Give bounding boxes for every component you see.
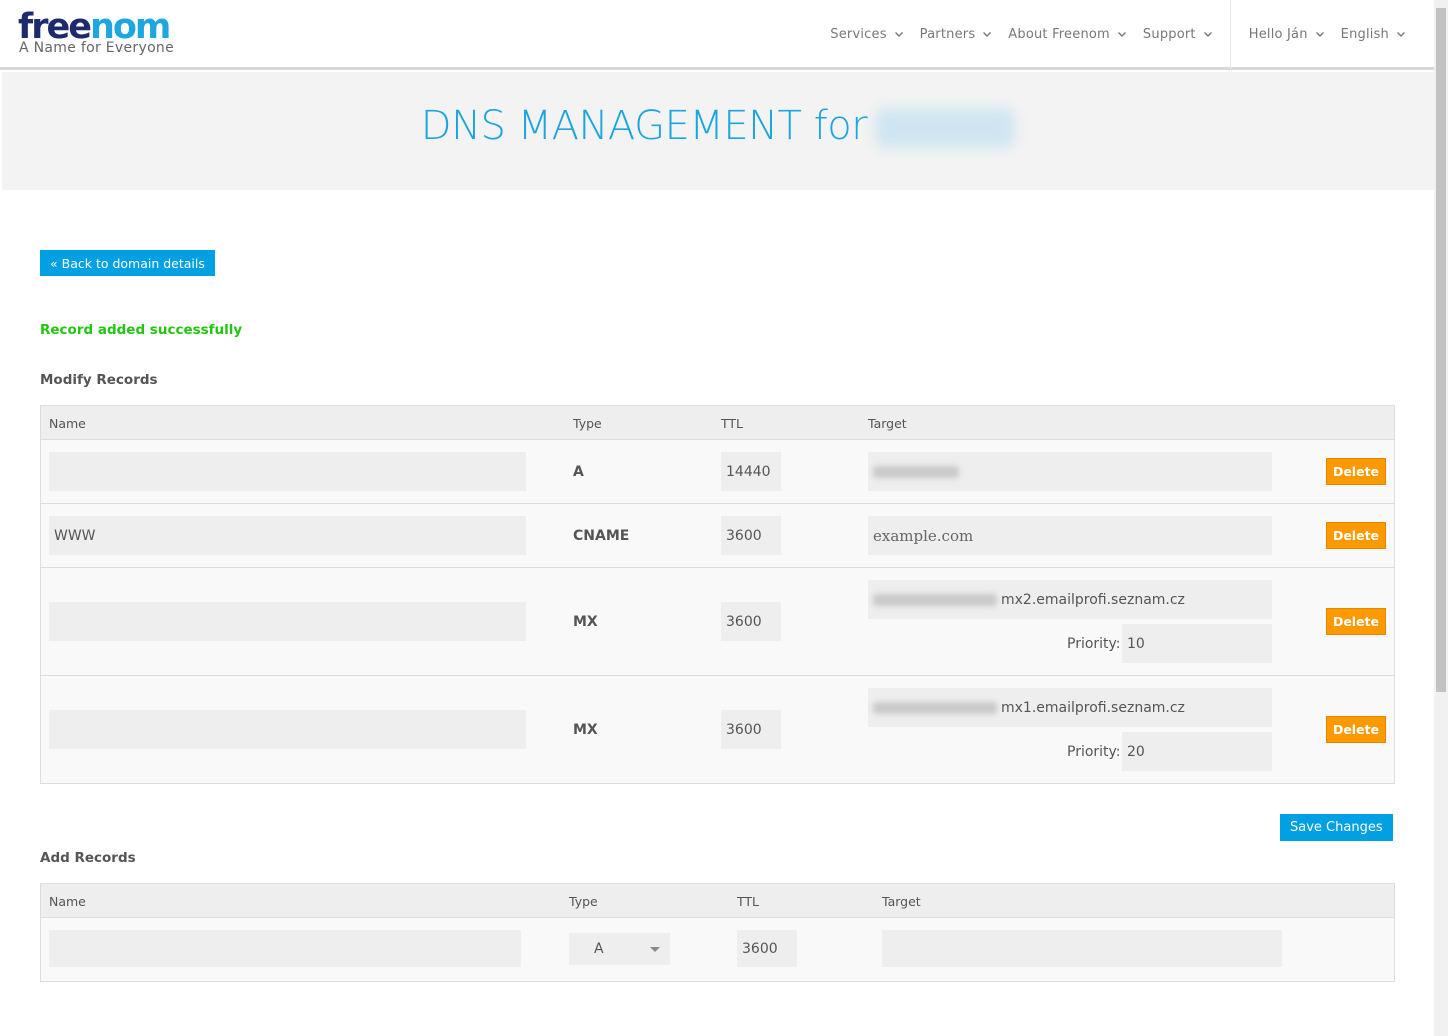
nav-language-label: English	[1340, 26, 1389, 42]
chevron-down-icon	[983, 32, 992, 37]
table-header: Name Type TTL Target	[41, 884, 1394, 918]
new-record-name-field[interactable]	[49, 930, 521, 967]
table-row: MX 3600 mx2.emailprofi.seznam.cz Priorit…	[41, 568, 1394, 676]
nav-language[interactable]: English	[1341, 27, 1407, 42]
page-banner: DNS MANAGEMENT for	[2, 72, 1434, 190]
record-ttl-field[interactable]: 14440	[721, 452, 781, 491]
modify-records-title: Modify Records	[40, 372, 158, 388]
record-target-value: mx1.emailprofi.seznam.cz	[1001, 699, 1185, 716]
nav-user-menu[interactable]: Hello Ján	[1249, 27, 1326, 42]
record-type: A	[573, 464, 584, 480]
record-name-field[interactable]	[49, 710, 526, 749]
delete-record-button[interactable]: Delete	[1326, 608, 1386, 635]
new-record-ttl-field[interactable]: 3600	[737, 930, 797, 967]
nav-user-label: Hello Ján	[1248, 26, 1308, 42]
header-name: Name	[49, 416, 86, 431]
save-changes-button[interactable]: Save Changes	[1280, 814, 1393, 841]
priority-label: Priority:	[1067, 636, 1121, 652]
record-type: CNAME	[573, 528, 630, 544]
chevron-down-icon	[1117, 32, 1126, 37]
record-priority-field[interactable]: 20	[1122, 732, 1272, 771]
table-row: A 14440 Delete	[41, 440, 1394, 504]
page-title-text: DNS MANAGEMENT for	[420, 103, 868, 149]
header-name: Name	[49, 894, 86, 909]
nav-support[interactable]: Support	[1143, 27, 1214, 42]
nav-divider	[1229, 0, 1231, 69]
scrollbar-thumb[interactable]	[1436, 8, 1446, 692]
record-target-field[interactable]	[868, 452, 1272, 491]
record-target-field[interactable]: mx2.emailprofi.seznam.cz	[868, 580, 1272, 619]
table-header: Name Type TTL Target	[41, 406, 1394, 440]
header-type: Type	[573, 416, 602, 431]
modify-records-table: Name Type TTL Target A 14440 Delete WWW …	[40, 405, 1395, 784]
record-name-field[interactable]: WWW	[49, 516, 526, 555]
logo-tagline: A Name for Everyone	[19, 40, 175, 56]
record-ttl-field[interactable]: 3600	[721, 602, 781, 641]
redacted-ip	[873, 465, 959, 478]
record-type: MX	[573, 722, 598, 738]
add-records-table: Name Type TTL Target A 3600	[40, 883, 1395, 982]
main-nav: Services Partners About Freenom Support …	[830, 0, 1434, 69]
record-ttl-field[interactable]: 3600	[721, 516, 781, 555]
chevron-down-icon	[1315, 32, 1324, 37]
delete-record-button[interactable]: Delete	[1326, 458, 1386, 485]
table-row: MX 3600 mx1.emailprofi.seznam.cz Priorit…	[41, 676, 1394, 783]
delete-record-button[interactable]: Delete	[1326, 522, 1386, 549]
back-to-domain-button[interactable]: « Back to domain details	[40, 250, 215, 276]
record-ttl-field[interactable]: 3600	[721, 710, 781, 749]
nav-support-label: Support	[1142, 26, 1196, 42]
new-record-type-value: A	[594, 941, 604, 957]
table-row: A 3600	[41, 918, 1394, 981]
record-name-field[interactable]	[49, 602, 526, 641]
page-scrollbar[interactable]	[1434, 0, 1448, 1036]
header-ttl: TTL	[737, 894, 760, 909]
header-ttl: TTL	[721, 416, 744, 431]
table-row: WWW CNAME 3600 example.com Delete	[41, 504, 1394, 568]
record-target-field[interactable]: mx1.emailprofi.seznam.cz	[868, 688, 1272, 727]
record-priority-field[interactable]: 10	[1122, 624, 1272, 663]
header-target: Target	[868, 416, 907, 431]
record-target-field[interactable]: example.com	[868, 516, 1272, 555]
header-type: Type	[569, 894, 598, 909]
freenom-logo[interactable]: freenom A Name for Everyone	[18, 8, 174, 56]
redacted-prefix	[873, 593, 997, 606]
nav-about-label: About Freenom	[1008, 26, 1110, 42]
nav-about[interactable]: About Freenom	[1008, 27, 1128, 42]
delete-record-button[interactable]: Delete	[1326, 716, 1386, 743]
record-name-field[interactable]	[49, 452, 526, 491]
page-title: DNS MANAGEMENT for	[2, 72, 1434, 180]
domain-name-redacted	[875, 108, 1016, 148]
new-record-target-field[interactable]	[882, 930, 1282, 967]
nav-partners[interactable]: Partners	[920, 27, 994, 42]
redacted-prefix	[873, 701, 997, 714]
chevron-down-icon	[1397, 32, 1405, 37]
record-type: MX	[573, 614, 598, 630]
record-target-value: mx2.emailprofi.seznam.cz	[1001, 591, 1185, 608]
site-header: freenom A Name for Everyone Services Par…	[0, 0, 1434, 70]
status-message: Record added successfully	[40, 322, 243, 338]
chevron-down-icon	[650, 946, 660, 952]
nav-services[interactable]: Services	[830, 27, 904, 42]
chevron-down-icon	[1203, 32, 1212, 37]
chevron-down-icon	[894, 32, 903, 37]
nav-services-label: Services	[830, 26, 887, 42]
nav-partners-label: Partners	[919, 26, 976, 42]
header-target: Target	[882, 894, 921, 909]
add-records-title: Add Records	[40, 850, 136, 866]
priority-label: Priority:	[1067, 744, 1121, 760]
new-record-type-select[interactable]: A	[569, 933, 670, 965]
